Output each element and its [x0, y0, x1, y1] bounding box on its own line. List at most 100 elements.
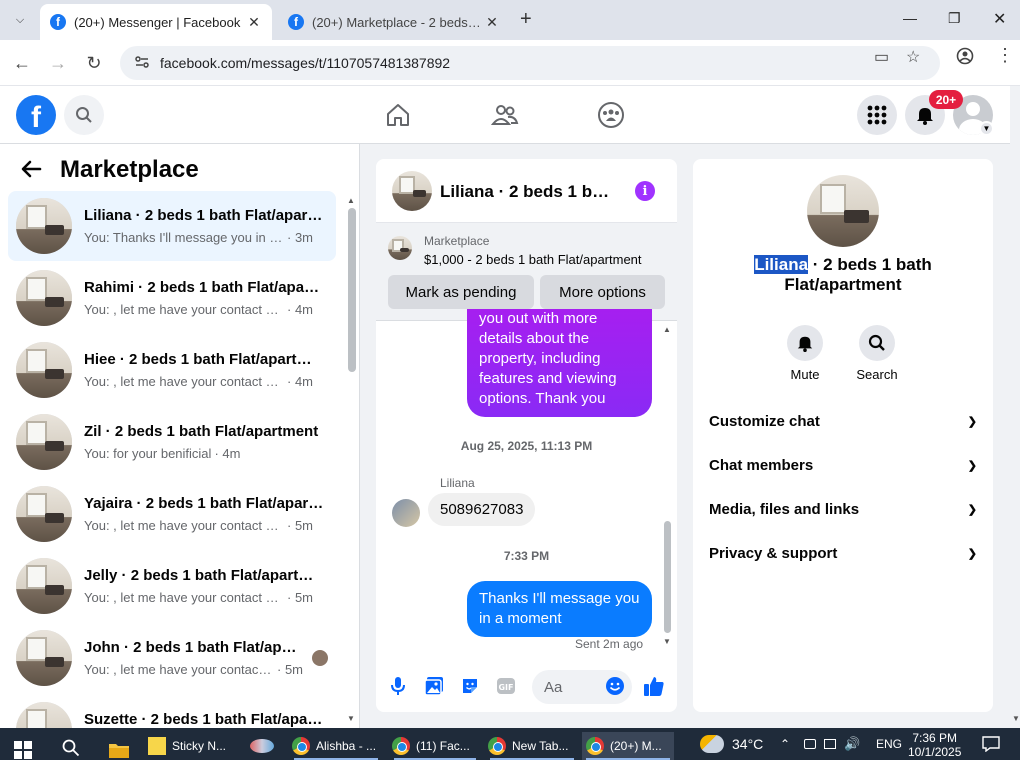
marketplace-header: Marketplace — [20, 156, 199, 184]
restore-window-icon[interactable]: ❐ — [948, 10, 961, 27]
back-arrow-icon[interactable]: ← — [12, 53, 32, 74]
conversation-item[interactable]: Liliana · 2 beds 1 bath Flat/apartment Y… — [8, 191, 336, 261]
conversation-item[interactable]: Zil · 2 beds 1 bath Flat/apartment You: … — [8, 407, 336, 477]
conversation-time: · 5m — [287, 590, 313, 605]
mark-as-pending-button[interactable]: Mark as pending — [388, 275, 534, 309]
close-tab-icon[interactable]: ✕ — [246, 14, 262, 31]
conversation-item[interactable]: Jelly · 2 beds 1 bath Flat/apartment You… — [8, 551, 336, 621]
conversation-list-scrollbar[interactable] — [348, 208, 356, 372]
bookmark-star-icon[interactable]: ☆ — [906, 47, 920, 67]
minimize-window-icon[interactable]: — — [903, 10, 917, 26]
gif-icon[interactable]: GIF — [494, 674, 518, 698]
tab-messenger[interactable]: f (20+) Messenger | Facebook ✕ — [40, 4, 272, 40]
taskbar-search-icon[interactable] — [62, 734, 80, 760]
search-button[interactable]: Search — [847, 325, 907, 382]
mute-button[interactable]: Mute — [775, 325, 835, 382]
conversation-time: · 4m — [214, 446, 241, 461]
conversation-snippet: You: , let me have your contact number — [84, 662, 274, 677]
privacy-support-row[interactable]: Privacy & support ❯ — [709, 541, 977, 565]
chat-scrollbar[interactable] — [664, 521, 671, 633]
conversation-snippet: You: , let me have your contact number — [84, 590, 284, 605]
thumbs-up-icon[interactable] — [642, 674, 666, 698]
taskbar-sticky-notes[interactable]: Sticky N... — [148, 732, 226, 760]
conversation-item[interactable]: Rahimi · 2 beds 1 bath Flat/apartment Yo… — [8, 263, 336, 333]
system-tray-icons: 🔊 — [804, 728, 864, 760]
meet-now-icon[interactable] — [804, 739, 816, 749]
address-toolbar: ← → ↻ facebook.com/messages/t/1107057481… — [0, 40, 1020, 86]
customize-chat-row[interactable]: Customize chat ❯ — [709, 409, 977, 433]
scroll-down-arrow-icon[interactable]: ▼ — [347, 714, 355, 723]
taskbar-app-icon[interactable] — [250, 732, 274, 760]
taskbar-clock[interactable]: 7:36 PM 10/1/2025 — [908, 731, 961, 759]
friends-icon[interactable] — [490, 100, 520, 130]
tab-search-chevron-icon[interactable]: ⌵ — [8, 8, 32, 32]
back-arrow-icon[interactable] — [20, 158, 42, 183]
facebook-favicon-icon: f — [50, 14, 66, 30]
browser-menu-icon[interactable]: ⋮ — [996, 45, 1014, 66]
more-options-button[interactable]: More options — [540, 275, 665, 309]
network-icon[interactable] — [824, 739, 836, 749]
url-bar[interactable]: facebook.com/messages/t/1107057481387892 — [120, 46, 940, 80]
conversation-item[interactable]: Suzette · 2 beds 1 bath Flat/apartment — [8, 695, 336, 728]
file-explorer-icon[interactable] — [108, 736, 130, 760]
media-files-links-row[interactable]: Media, files and links ❯ — [709, 497, 977, 521]
clock-date: 10/1/2025 — [908, 745, 962, 759]
conversation-item[interactable]: Yajaira · 2 beds 1 bath Flat/apartment Y… — [8, 479, 336, 549]
outgoing-message: you out with more details about the prop… — [467, 309, 652, 417]
microphone-icon[interactable] — [386, 674, 410, 698]
seen-avatar — [312, 650, 328, 666]
chevron-down-icon[interactable]: ▼ — [979, 121, 994, 136]
conversation-time: · 3m — [287, 230, 313, 245]
install-app-icon[interactable]: ▭ — [874, 47, 889, 67]
svg-text:GIF: GIF — [498, 683, 513, 692]
scroll-down-arrow-icon[interactable]: ▼ — [1012, 714, 1020, 723]
conversation-snippet: You: , let me have your contact number — [84, 302, 284, 317]
taskbar-chrome-messenger[interactable]: (20+) M... — [582, 732, 674, 760]
listing-avatar[interactable] — [392, 171, 432, 211]
input-language[interactable]: ENG — [876, 728, 902, 760]
sticker-icon[interactable] — [458, 674, 482, 698]
conversation-name: Liliana · 2 beds 1 bath Flat/apartment — [84, 207, 324, 224]
profile-icon[interactable] — [956, 47, 974, 70]
tab-marketplace[interactable]: f (20+) Marketplace - 2 beds 1 bath ✕ — [278, 4, 510, 40]
taskbar-chrome-alishba[interactable]: Alishba - ... — [290, 732, 382, 760]
menu-grid-icon[interactable] — [857, 95, 897, 135]
listing-title[interactable]: $1,000 - 2 beds 1 bath Flat/apartment — [424, 252, 642, 267]
facebook-logo-icon[interactable]: f — [16, 95, 56, 135]
close-window-icon[interactable]: ✕ — [993, 9, 1006, 29]
bell-icon — [787, 325, 823, 361]
conversation-item[interactable]: John · 2 beds 1 bath Flat/apartment You:… — [8, 623, 336, 693]
groups-icon[interactable] — [596, 100, 626, 130]
conversation-item[interactable]: Hiee · 2 beds 1 bath Flat/apartment You:… — [8, 335, 336, 405]
sender-avatar[interactable] — [392, 499, 420, 527]
chat-title[interactable]: Liliana · 2 beds 1 bath Flat/apartment — [440, 182, 612, 202]
show-hidden-icons-chevron-icon[interactable]: ⌃ — [780, 728, 790, 760]
volume-icon[interactable]: 🔊 — [844, 736, 860, 752]
conversation-snippet: You: , let me have your contact number — [84, 518, 284, 533]
new-tab-plus-icon[interactable]: + — [520, 8, 532, 31]
home-icon[interactable] — [383, 100, 413, 130]
site-settings-icon[interactable] — [134, 54, 150, 73]
windows-start-icon[interactable] — [14, 736, 32, 760]
conversation-snippet: You: , let me have your contact number — [84, 374, 284, 389]
taskbar-chrome-new-tab[interactable]: New Tab... — [486, 732, 578, 760]
scroll-up-arrow-icon[interactable]: ▲ — [663, 325, 671, 334]
listing-avatar[interactable] — [807, 175, 879, 247]
photo-icon[interactable] — [422, 674, 446, 698]
listing-avatar — [16, 414, 72, 470]
reload-icon[interactable]: ↻ — [84, 53, 104, 74]
scroll-down-arrow-icon[interactable]: ▼ — [663, 637, 671, 646]
weather-widget[interactable]: 34°C — [700, 728, 763, 760]
chat-panel: Liliana · 2 beds 1 bath Flat/apartment i… — [376, 159, 677, 712]
chat-members-row[interactable]: Chat members ❯ — [709, 453, 977, 477]
emoji-icon[interactable] — [603, 674, 627, 698]
close-tab-icon[interactable]: ✕ — [484, 14, 500, 31]
info-icon[interactable]: i — [635, 181, 655, 201]
conversation-name: John · 2 beds 1 bath Flat/apartment — [84, 639, 300, 656]
search-icon[interactable] — [64, 95, 104, 135]
notification-center-icon[interactable] — [982, 728, 1000, 760]
scroll-up-arrow-icon[interactable]: ▲ — [347, 196, 355, 205]
taskbar-chrome-facebook[interactable]: (11) Fac... — [390, 732, 480, 760]
forward-arrow-icon[interactable]: → — [48, 53, 68, 74]
listing-avatar — [16, 630, 72, 686]
